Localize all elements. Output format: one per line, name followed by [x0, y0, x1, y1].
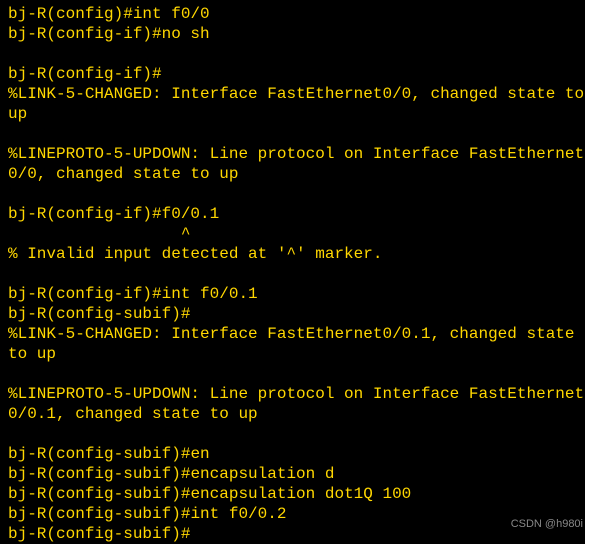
blank-line — [8, 424, 585, 444]
output-line: % Invalid input detected at '^' marker. — [8, 244, 585, 264]
output-line: ^ — [8, 224, 585, 244]
command-line: bj-R(config-subif)#encapsulation dot1Q 1… — [8, 484, 585, 504]
command-line: bj-R(config-if)#int f0/0.1 — [8, 284, 585, 304]
prompt-text: bj-R(config-if)# — [8, 65, 162, 83]
command-line: bj-R(config-if)#no sh — [8, 24, 585, 44]
command-text: no sh — [162, 25, 210, 43]
prompt-text: bj-R(config-subif)# — [8, 505, 190, 523]
blank-line — [8, 124, 585, 144]
watermark-text: CSDN @h980i — [511, 514, 583, 534]
blank-line — [8, 184, 585, 204]
command-text: int f0/0.2 — [190, 505, 286, 523]
output-line: %LINK-5-CHANGED: Interface FastEthernet0… — [8, 84, 585, 124]
prompt-text: bj-R(config-subif)# — [8, 485, 190, 503]
right-scrollbar-edge — [585, 0, 593, 544]
prompt-text: bj-R(config-subif)# — [8, 525, 190, 543]
prompt-text: bj-R(config-subif)# — [8, 305, 190, 323]
prompt-text: bj-R(config)# — [8, 5, 133, 23]
blank-line — [8, 264, 585, 284]
command-line: bj-R(config-subif)#en — [8, 444, 585, 464]
command-line: bj-R(config-if)#f0/0.1 — [8, 204, 585, 224]
command-line: bj-R(config-subif)# — [8, 524, 585, 544]
command-text: f0/0.1 — [162, 205, 220, 223]
command-line: bj-R(config-subif)# — [8, 304, 585, 324]
prompt-text: bj-R(config-subif)# — [8, 445, 190, 463]
output-line: %LINEPROTO-5-UPDOWN: Line protocol on In… — [8, 144, 585, 184]
command-text: encapsulation d — [190, 465, 334, 483]
output-line: %LINEPROTO-5-UPDOWN: Line protocol on In… — [8, 384, 585, 424]
blank-line — [8, 364, 585, 384]
blank-line — [8, 44, 585, 64]
command-line: bj-R(config-if)# — [8, 64, 585, 84]
prompt-text: bj-R(config-subif)# — [8, 465, 190, 483]
output-line: %LINK-5-CHANGED: Interface FastEthernet0… — [8, 324, 585, 364]
command-text: int f0/0.1 — [162, 285, 258, 303]
terminal-output[interactable]: bj-R(config)#int f0/0bj-R(config-if)#no … — [8, 4, 585, 544]
command-text: int f0/0 — [133, 5, 210, 23]
prompt-text: bj-R(config-if)# — [8, 285, 162, 303]
prompt-text: bj-R(config-if)# — [8, 25, 162, 43]
command-line: bj-R(config-subif)#int f0/0.2 — [8, 504, 585, 524]
command-line: bj-R(config-subif)#encapsulation d — [8, 464, 585, 484]
command-line: bj-R(config)#int f0/0 — [8, 4, 585, 24]
command-text: encapsulation dot1Q 100 — [190, 485, 411, 503]
prompt-text: bj-R(config-if)# — [8, 205, 162, 223]
command-text: en — [190, 445, 209, 463]
